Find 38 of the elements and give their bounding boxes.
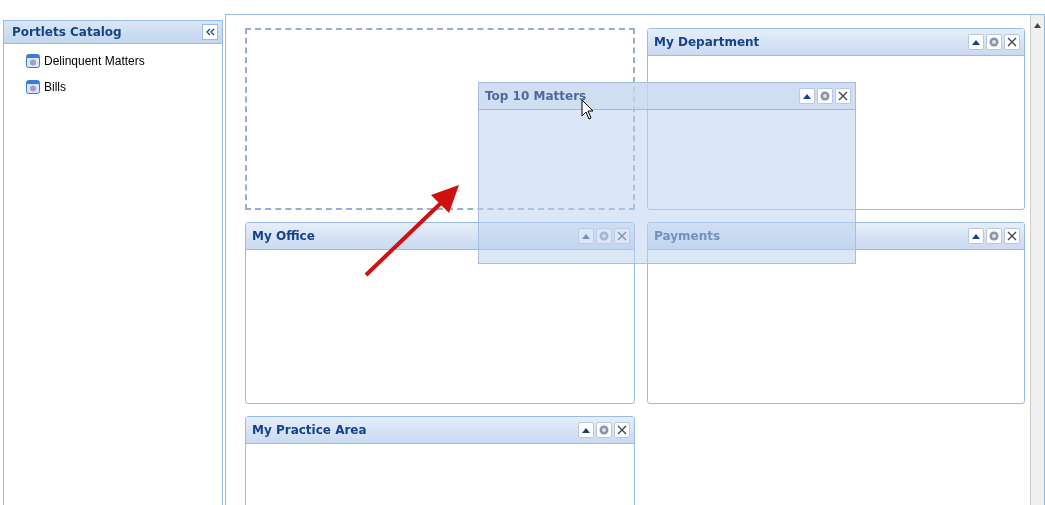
- triangle-up-icon: [972, 39, 980, 45]
- gear-icon: [599, 231, 609, 241]
- portlet-title: My Department: [654, 35, 760, 49]
- collapse-button[interactable]: [968, 34, 984, 50]
- close-icon: [1007, 231, 1017, 241]
- triangle-up-icon: [582, 427, 590, 433]
- scroll-up-icon[interactable]: [1034, 23, 1041, 28]
- close-icon: [617, 231, 627, 241]
- portlet-icon: [26, 80, 40, 94]
- gear-icon: [989, 37, 999, 47]
- gear-icon: [820, 91, 830, 101]
- portlet-title: Top 10 Matters: [485, 89, 587, 103]
- portlet-title: Payments: [654, 229, 721, 243]
- triangle-up-icon: [582, 233, 590, 239]
- collapse-button[interactable]: [202, 24, 218, 40]
- collapse-button[interactable]: [578, 422, 594, 438]
- gear-icon: [989, 231, 999, 241]
- panel-title: Portlets Catalog: [12, 25, 122, 39]
- collapse-button[interactable]: [968, 228, 984, 244]
- cursor-icon: [581, 99, 595, 121]
- triangle-up-icon: [803, 93, 811, 99]
- portlet-icon: [26, 54, 40, 68]
- close-button[interactable]: [1004, 34, 1020, 50]
- collapse-button[interactable]: [799, 88, 815, 104]
- close-icon: [617, 425, 627, 435]
- portlet-title: My Practice Area: [252, 423, 367, 437]
- portlet-title: My Office: [252, 229, 315, 243]
- close-button[interactable]: [614, 422, 630, 438]
- catalog-item[interactable]: Delinquent Matters: [44, 54, 145, 68]
- triangle-up-icon: [972, 233, 980, 239]
- close-icon: [838, 91, 848, 101]
- scrollbar[interactable]: [1030, 15, 1044, 505]
- catalog-item[interactable]: Bills: [44, 80, 66, 94]
- close-button[interactable]: [1004, 228, 1020, 244]
- gear-icon: [599, 425, 609, 435]
- close-icon: [1007, 37, 1017, 47]
- close-button[interactable]: [835, 88, 851, 104]
- double-chevron-left-icon: [205, 28, 215, 36]
